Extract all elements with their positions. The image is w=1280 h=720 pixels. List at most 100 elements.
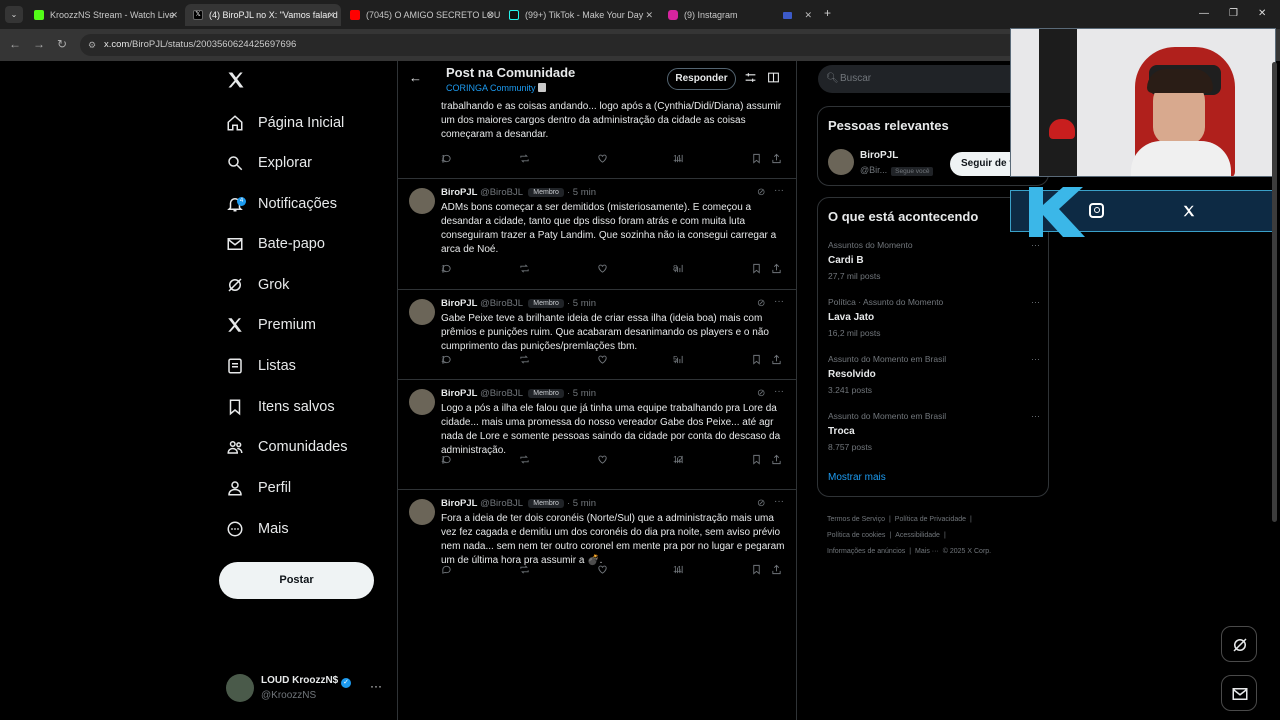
tab-instagram[interactable]: (9) Instagram ✕ — [660, 4, 818, 26]
author-name[interactable]: BiroPJL — [441, 388, 477, 399]
more-icon[interactable]: ··· — [1031, 297, 1040, 307]
footer-link[interactable]: Mais ··· — [915, 548, 939, 555]
url-input[interactable]: ⚙ x.com/BiroPJL/status/200356062442569769… — [80, 34, 1020, 56]
post-item[interactable]: BiroPJL @BiroBJL Membro · 5 min ⊘ ··· Gabe P… — [398, 289, 796, 379]
close-window-button[interactable]: ✕ — [1258, 8, 1266, 19]
post-time[interactable]: 5 min — [573, 388, 596, 399]
avatar[interactable] — [409, 299, 435, 325]
nav-item-explorar[interactable]: Explorar — [226, 148, 312, 178]
search-input[interactable]: 🔍︎ Buscar — [818, 65, 1038, 93]
author-handle: @BiroBJL — [480, 388, 523, 399]
main-column: trabalhando e as coisas andando... logo … — [397, 61, 797, 720]
tab-x-post[interactable]: 𝕏 (4) BiroPJL no X: "Vamos falar d ✕ — [185, 4, 341, 26]
close-tab-icon[interactable]: ✕ — [486, 10, 494, 21]
nav-item-comunidades[interactable]: Comunidades — [226, 432, 347, 462]
reload-icon[interactable]: ↻ — [57, 37, 67, 51]
post-button[interactable]: Postar — [219, 562, 374, 599]
close-tab-icon[interactable]: ✕ — [327, 10, 335, 21]
nav-item-notificações[interactable]: 4 Notificações — [226, 189, 337, 219]
post-actions: 18 — [441, 263, 791, 277]
post-item[interactable]: BiroPJL @BiroBJL Membro · 5 min ⊘ ··· Fora a… — [398, 489, 796, 599]
x-icon — [1183, 205, 1195, 217]
site-info-icon[interactable]: ⚙ — [88, 34, 96, 56]
more-icon[interactable]: ··· — [1031, 354, 1040, 364]
more-icon[interactable]: ··· — [774, 496, 784, 507]
reader-view-icon[interactable] — [767, 71, 780, 89]
close-tab-icon[interactable]: ✕ — [804, 10, 812, 21]
reply-button[interactable]: Responder — [667, 68, 736, 90]
show-more-link[interactable]: Mostrar mais — [828, 472, 886, 483]
tab-search-button[interactable]: ⌄ — [5, 6, 23, 23]
footer-link[interactable]: © 2025 X Corp. — [943, 548, 991, 555]
community-link[interactable]: CORINGA Community — [446, 83, 547, 93]
more-icon[interactable]: ··· — [1031, 411, 1040, 421]
verified-badge-icon: ✓ — [341, 678, 352, 688]
grok-icon[interactable]: ⊘ — [757, 388, 765, 399]
post-time[interactable]: 5 min — [573, 187, 596, 198]
footer-link[interactable]: Política de cookies — [827, 532, 885, 539]
footer-link[interactable]: Acessibilidade — [895, 532, 940, 539]
trend-context: Assunto do Momento em Brasil — [828, 354, 947, 364]
avatar[interactable] — [409, 499, 435, 525]
x-logo-icon[interactable] — [226, 70, 246, 95]
maximize-button[interactable]: ❐ — [1229, 8, 1238, 19]
new-tab-button[interactable]: + — [824, 6, 831, 20]
avatar[interactable] — [409, 389, 435, 415]
author-name[interactable]: BiroPJL — [441, 187, 477, 198]
trend-item[interactable]: Assunto do Momento em Brasil Troca 8.757 p… — [828, 411, 1042, 452]
footer-separator: | — [909, 548, 912, 555]
author-name[interactable]: BiroPJL — [441, 298, 477, 309]
footer-link[interactable]: Termos de Serviço — [827, 516, 885, 523]
post-item[interactable]: BiroPJL @BiroBJL Membro · 5 min ⊘ ··· ADMs b… — [398, 178, 796, 289]
views-count: 11 — [673, 564, 682, 574]
nav-item-perfil[interactable]: Perfil — [226, 473, 291, 503]
nav-item-bate-papo[interactable]: Bate-papo — [226, 229, 325, 259]
santa-hat-shape — [1049, 119, 1075, 139]
close-tab-icon[interactable]: ✕ — [170, 10, 178, 21]
more-icon[interactable]: ··· — [1031, 240, 1040, 250]
close-tab-icon[interactable]: ✕ — [645, 10, 653, 21]
trend-item[interactable]: Assuntos do Momento Cardi B 27,7 mil posts… — [828, 240, 1042, 281]
post-item[interactable]: BiroPJL @BiroBJL Membro · 5 min ⊘ ··· Logo a… — [398, 379, 796, 489]
grok-icon[interactable]: ⊘ — [757, 298, 765, 309]
user-name[interactable]: BiroPJL — [860, 150, 898, 161]
search-placeholder: Buscar — [840, 73, 872, 84]
nav-item-grok[interactable]: Grok — [226, 270, 289, 300]
avatar — [226, 674, 254, 702]
tab-tiktok[interactable]: (99+) TikTok - Make Your Day ✕ — [501, 4, 659, 26]
avatar[interactable] — [409, 188, 435, 214]
back-nav-icon[interactable]: ← — [9, 37, 21, 51]
tab-kick[interactable]: KroozzNS Stream - Watch Live ✕ — [26, 4, 184, 26]
account-name: LOUD KroozzN$ ✓ — [261, 675, 352, 688]
more-icon[interactable]: ··· — [774, 386, 784, 397]
nav-item-página-inicial[interactable]: Página Inicial — [226, 108, 344, 138]
nav-item-itens-salvos[interactable]: Itens salvos — [226, 392, 335, 422]
nav-item-mais[interactable]: Mais — [226, 514, 289, 544]
avatar[interactable] — [828, 149, 854, 175]
post-time[interactable]: 5 min — [573, 498, 596, 509]
grok-icon[interactable]: ⊘ — [757, 187, 765, 198]
footer-link[interactable]: Política de Privacidade — [895, 516, 966, 523]
more-icon[interactable]: ··· — [774, 296, 784, 307]
author-name[interactable]: BiroPJL — [441, 498, 477, 509]
back-arrow-icon[interactable]: ← — [409, 70, 422, 85]
account-switcher[interactable]: LOUD KroozzN$ ✓ @KroozzNS ··· — [226, 672, 386, 706]
filter-icon[interactable] — [744, 71, 757, 89]
nav-item-listas[interactable]: Listas — [226, 351, 296, 381]
more-icon[interactable]: ··· — [774, 185, 784, 196]
trend-item[interactable]: Política · Assunto do Momento Lava Jato 16… — [828, 297, 1042, 338]
nav-item-premium[interactable]: Premium — [226, 310, 316, 340]
post-time[interactable]: 5 min — [573, 298, 596, 309]
scrollbar-thumb[interactable] — [1272, 62, 1277, 522]
messages-float-button[interactable] — [1221, 675, 1257, 711]
footer-link[interactable]: Informações de anúncios — [827, 548, 905, 555]
minimize-button[interactable]: — — [1199, 8, 1209, 19]
list-icon — [226, 357, 258, 375]
trend-item[interactable]: Assunto do Momento em Brasil Resolvido 3.2… — [828, 354, 1042, 395]
tab-youtube[interactable]: (7045) O AMIGO SECRETO LOU ✕ — [342, 4, 500, 26]
forward-nav-icon[interactable]: → — [33, 37, 45, 51]
reply-count: 1 — [441, 153, 446, 163]
grok-icon[interactable]: ⊘ — [757, 498, 765, 509]
grok-float-button[interactable] — [1221, 626, 1257, 662]
author-handle: @BiroBJL — [480, 187, 523, 198]
